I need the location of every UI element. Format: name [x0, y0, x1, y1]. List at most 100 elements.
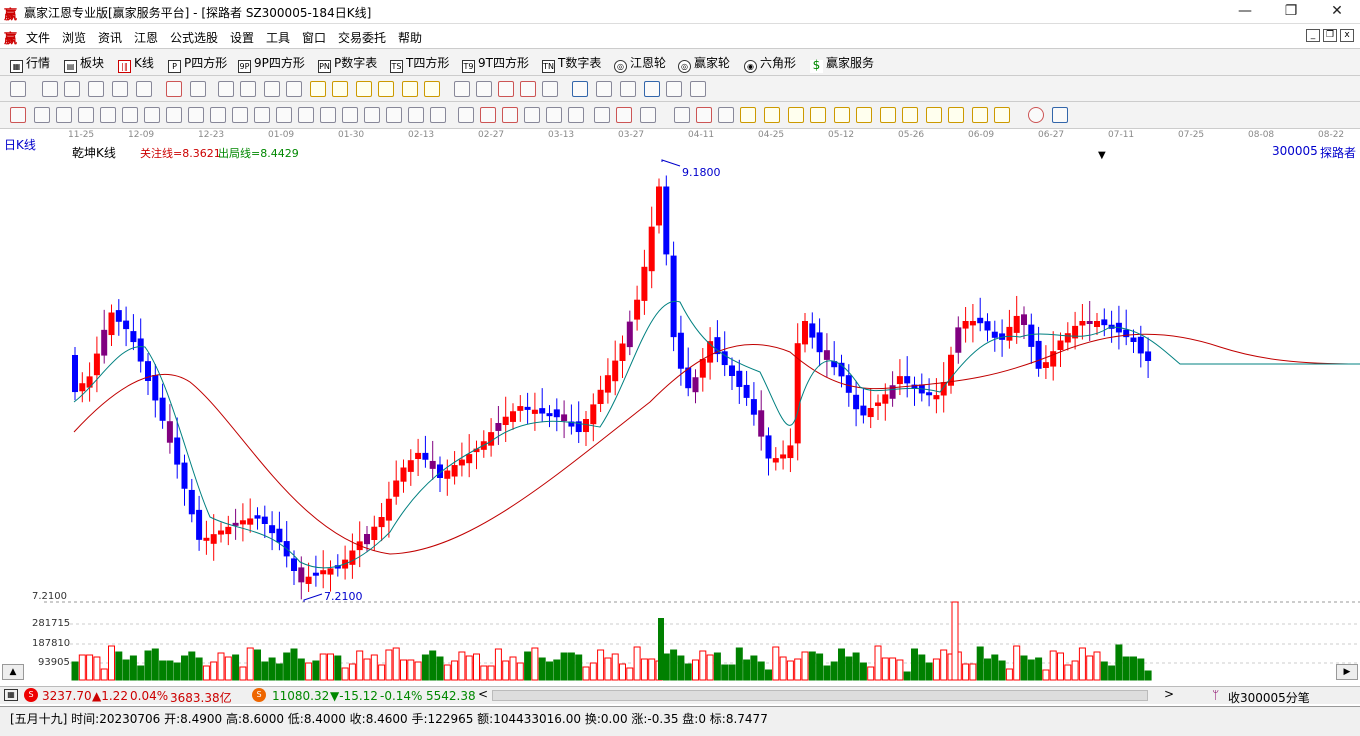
zoom-out-icon[interactable] — [332, 81, 348, 97]
lines-tool-icon[interactable] — [640, 107, 656, 123]
menu-settings[interactable]: 设置 — [230, 29, 254, 46]
comb-tool-icon[interactable] — [122, 107, 138, 123]
hash-tool-icon[interactable] — [144, 107, 160, 123]
move-down-icon[interactable] — [378, 81, 394, 97]
menu-window[interactable]: 窗口 — [302, 29, 326, 46]
kline-chart[interactable] — [0, 142, 1360, 682]
menu-formula[interactable]: 公式选股 — [170, 29, 218, 46]
level6-icon[interactable] — [856, 107, 872, 123]
tool-quote[interactable]: ▦ 行情 — [10, 54, 50, 73]
menu-help[interactable]: 帮助 — [398, 29, 422, 46]
ticker-left-button[interactable]: < — [476, 687, 490, 703]
tool-sector[interactable]: ▤ 板块 — [64, 54, 104, 73]
mdi-close-button[interactable]: x — [1340, 29, 1354, 42]
fib-tool-icon[interactable] — [342, 107, 358, 123]
restore-button[interactable]: ❐ — [1268, 0, 1314, 23]
grid3-tool-icon[interactable] — [616, 107, 632, 123]
draw-line-icon[interactable] — [498, 81, 514, 97]
ray-tool-icon[interactable] — [524, 107, 540, 123]
level3-icon[interactable] — [788, 107, 804, 123]
bar-chart-icon[interactable] — [112, 81, 128, 97]
level5-icon[interactable] — [834, 107, 850, 123]
dropdown-arrow-icon[interactable]: ▼ — [1098, 150, 1106, 161]
tool-9t-square[interactable]: T9 9T四方形 — [462, 54, 529, 73]
infinity-icon[interactable] — [1052, 107, 1068, 123]
hand-icon[interactable] — [454, 81, 470, 97]
grid-tool-icon[interactable] — [34, 107, 50, 123]
table-icon[interactable] — [596, 81, 612, 97]
level8-icon[interactable] — [902, 107, 918, 123]
level11-icon[interactable] — [972, 107, 988, 123]
move-left-icon[interactable] — [402, 81, 418, 97]
level7-icon[interactable] — [880, 107, 896, 123]
search-formula-icon[interactable] — [542, 81, 558, 97]
tool-t-square[interactable]: TS T四方形 — [390, 54, 449, 73]
prev-icon[interactable] — [264, 81, 280, 97]
ticker-scroll-track[interactable] — [492, 690, 1148, 701]
cycle2-tool-icon[interactable] — [386, 107, 402, 123]
fork2-tool-icon[interactable] — [78, 107, 94, 123]
line-select-icon[interactable] — [136, 81, 152, 97]
menu-file[interactable]: 文件 — [26, 29, 50, 46]
zoom-in-icon[interactable] — [310, 81, 326, 97]
cycle-tool-icon[interactable] — [364, 107, 380, 123]
overlay-icon[interactable] — [190, 81, 206, 97]
next-icon[interactable] — [286, 81, 302, 97]
ticker-text[interactable]: 收300005分笔 — [1228, 689, 1310, 704]
print-icon[interactable] — [666, 81, 682, 97]
parallel-tool-icon[interactable] — [502, 107, 518, 123]
fib-ext-icon[interactable] — [696, 107, 712, 123]
percent-icon[interactable] — [718, 107, 734, 123]
crosshair-icon[interactable] — [476, 81, 492, 97]
mdi-restore-button[interactable]: ❐ — [1323, 29, 1337, 42]
bars-tool-icon[interactable] — [408, 107, 424, 123]
first-page-icon[interactable] — [218, 81, 234, 97]
scroll-right-button[interactable]: ▶ — [1336, 664, 1358, 680]
period-select-icon[interactable] — [10, 81, 26, 97]
tool-winner-service[interactable]: $ 赢家服务 — [810, 54, 874, 73]
save-icon[interactable] — [644, 81, 660, 97]
tool-t-number-table[interactable]: TN T数字表 — [542, 54, 601, 73]
menu-trade[interactable]: 交易委托 — [338, 29, 386, 46]
calendar-icon[interactable] — [572, 81, 588, 97]
tool-p-number-table[interactable]: PN P数字表 — [318, 54, 377, 73]
sheet-icon[interactable] — [42, 81, 58, 97]
pen-icon[interactable] — [10, 107, 26, 123]
level12-icon[interactable] — [994, 107, 1010, 123]
trend-tool-icon[interactable] — [480, 107, 496, 123]
wave-tool-icon[interactable] — [210, 107, 226, 123]
move-up-icon[interactable] — [356, 81, 372, 97]
move-right-icon[interactable] — [424, 81, 440, 97]
rect-tool-icon[interactable] — [320, 107, 336, 123]
tool-9p-square[interactable]: 9P 9P四方形 — [238, 54, 305, 73]
target-tool-icon[interactable] — [298, 107, 314, 123]
tool-gann-wheel[interactable]: ◎ 江恩轮 — [614, 54, 666, 73]
angle-tool-icon[interactable] — [232, 107, 248, 123]
document-icon[interactable] — [64, 81, 80, 97]
menu-news[interactable]: 资讯 — [98, 29, 122, 46]
tool-p-square[interactable]: P P四方形 — [168, 54, 227, 73]
level10-icon[interactable] — [948, 107, 964, 123]
ticker-right-button[interactable]: > — [1162, 687, 1176, 703]
zigzag-tool-icon[interactable] — [568, 107, 584, 123]
tool-kline[interactable]: |‖ K线 — [118, 54, 154, 73]
scroll-up-button[interactable]: ▲ — [2, 664, 24, 680]
fib-retrace-icon[interactable] — [674, 107, 690, 123]
last-page-icon[interactable] — [240, 81, 256, 97]
menu-gann[interactable]: 江恩 — [134, 29, 158, 46]
indicator-icon[interactable] — [166, 81, 182, 97]
report-icon[interactable] — [620, 81, 636, 97]
level4-icon[interactable] — [810, 107, 826, 123]
menu-browse[interactable]: 浏览 — [62, 29, 86, 46]
level9-icon[interactable] — [926, 107, 942, 123]
tool-hexagon[interactable]: ◉ 六角形 — [744, 54, 796, 73]
gann-tool-icon[interactable] — [430, 107, 446, 123]
grid2-tool-icon[interactable] — [594, 107, 610, 123]
fork-tool-icon[interactable] — [56, 107, 72, 123]
box-tool-icon[interactable] — [254, 107, 270, 123]
candle-chart-icon[interactable] — [88, 81, 104, 97]
level2-icon[interactable] — [764, 107, 780, 123]
close-button[interactable]: ✕ — [1314, 0, 1360, 23]
minimize-button[interactable]: — — [1222, 0, 1268, 23]
grid-icon[interactable]: ▦ — [4, 689, 18, 701]
